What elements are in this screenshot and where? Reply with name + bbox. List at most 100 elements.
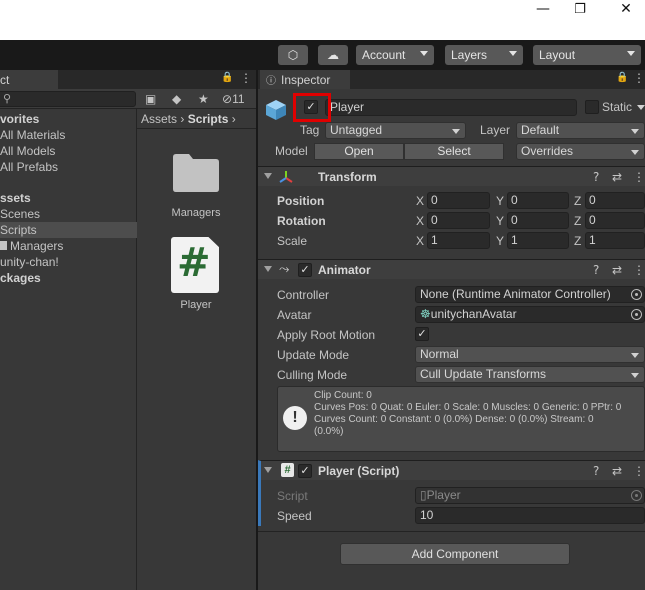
- component-menu-icon[interactable]: ⋮: [633, 464, 645, 478]
- tree-scenes[interactable]: Scenes: [0, 206, 137, 222]
- account-dropdown[interactable]: Account: [356, 45, 434, 65]
- panel-menu-icon[interactable]: ⋮: [240, 71, 252, 85]
- tree-managers[interactable]: Managers: [0, 238, 137, 254]
- tree-assets[interactable]: ssets: [0, 190, 137, 206]
- foldout-arrow-icon[interactable]: [264, 467, 272, 473]
- scale-x-field[interactable]: 1: [427, 232, 490, 249]
- transform-title: Transform: [318, 170, 377, 184]
- script-title: Player (Script): [318, 464, 400, 478]
- lock-icon[interactable]: 🔒: [221, 72, 233, 83]
- foldout-arrow-icon[interactable]: [264, 173, 272, 179]
- asset-player-script[interactable]: # Player: [156, 237, 236, 317]
- animator-header[interactable]: ⤳ ✓ Animator ? ⇄ ⋮: [258, 259, 645, 279]
- rotation-y-field[interactable]: 0: [507, 212, 569, 229]
- project-search-input[interactable]: ⚲: [0, 91, 136, 107]
- help-icon[interactable]: ?: [593, 170, 599, 184]
- preset-settings-icon[interactable]: ⇄: [612, 263, 622, 277]
- favorite-star-icon[interactable]: ★: [198, 92, 209, 106]
- folder-icon: [173, 154, 219, 192]
- search-icon: ⚲: [3, 93, 12, 105]
- tree-scripts[interactable]: Scripts: [0, 222, 137, 238]
- help-icon[interactable]: ?: [593, 464, 599, 478]
- tree-all-materials[interactable]: All Materials: [0, 127, 137, 143]
- open-button[interactable]: Open: [314, 143, 404, 160]
- tree-packages[interactable]: ckages: [0, 270, 137, 286]
- static-label[interactable]: Static: [602, 100, 632, 114]
- animator-enabled-checkbox[interactable]: ✓: [298, 263, 312, 277]
- tree-unity-chan[interactable]: unity-chan!: [0, 254, 137, 270]
- rotation-label[interactable]: Rotation: [277, 214, 326, 228]
- scale-label[interactable]: Scale: [277, 234, 307, 248]
- tab-project[interactable]: ct: [0, 70, 58, 89]
- overrides-dropdown[interactable]: Overrides: [516, 143, 645, 160]
- scale-y-field[interactable]: 1: [507, 232, 569, 249]
- rotation-x-field[interactable]: 0: [427, 212, 490, 229]
- speed-label[interactable]: Speed: [277, 509, 312, 523]
- position-x-field[interactable]: 0: [427, 192, 490, 209]
- asset-managers-folder[interactable]: Managers: [156, 149, 236, 224]
- player-script-header[interactable]: # ✓ Player (Script) ? ⇄ ⋮: [258, 460, 645, 480]
- tag-dropdown[interactable]: Untagged: [325, 122, 466, 139]
- layers-dropdown[interactable]: Layers: [445, 45, 523, 65]
- layout-dropdown[interactable]: Layout: [533, 45, 641, 65]
- close-icon[interactable]: ✕: [603, 0, 645, 18]
- breadcrumb-scripts[interactable]: Scripts: [188, 112, 229, 126]
- preset-settings-icon[interactable]: ⇄: [612, 464, 622, 478]
- update-mode-value: Normal: [420, 347, 459, 361]
- script-hash-glyph: #: [177, 240, 211, 286]
- static-checkbox[interactable]: [585, 100, 599, 114]
- tree-favorites[interactable]: vorites: [0, 111, 137, 127]
- project-search-row: ⚲ ▣ ◆ ★ ⊘11: [0, 89, 256, 109]
- position-label[interactable]: Position: [277, 194, 324, 208]
- overrides-value: Overrides: [521, 144, 574, 158]
- breadcrumb-assets[interactable]: Assets: [141, 112, 177, 126]
- cloud-button[interactable]: ☁: [318, 45, 348, 65]
- controller-value: None (Runtime Animator Controller): [420, 287, 611, 301]
- component-menu-icon[interactable]: ⋮: [633, 170, 645, 184]
- maximize-icon[interactable]: ❐: [557, 0, 603, 18]
- axis-y-label: Y: [496, 194, 505, 208]
- lock-icon[interactable]: 🔒: [616, 72, 628, 83]
- asset-label: Managers: [171, 207, 221, 219]
- object-picker-icon: [631, 490, 642, 501]
- preset-settings-icon[interactable]: ⇄: [612, 170, 622, 184]
- position-y-field[interactable]: 0: [507, 192, 569, 209]
- object-picker-icon[interactable]: [631, 309, 642, 320]
- controller-label: Controller: [277, 288, 330, 302]
- tab-label: Inspector: [281, 72, 331, 87]
- label-filter-icon[interactable]: ◆: [172, 92, 181, 106]
- add-component-button[interactable]: Add Component: [340, 543, 570, 565]
- scale-z-field[interactable]: 1: [585, 232, 645, 249]
- speed-field[interactable]: 10: [415, 507, 645, 524]
- foldout-arrow-icon[interactable]: [264, 266, 272, 272]
- script-field-label: Script: [277, 489, 308, 503]
- component-menu-icon[interactable]: ⋮: [633, 263, 645, 277]
- select-button[interactable]: Select: [404, 143, 504, 160]
- controller-field[interactable]: None (Runtime Animator Controller): [415, 286, 645, 303]
- hidden-packages-icon[interactable]: ⊘11: [222, 92, 245, 106]
- layer-dropdown[interactable]: Default: [516, 122, 645, 139]
- rotation-z-field[interactable]: 0: [585, 212, 645, 229]
- panel-menu-icon[interactable]: ⋮: [633, 71, 645, 85]
- update-mode-dropdown[interactable]: Normal: [415, 346, 645, 363]
- asset-browser: Assets › Scripts › Managers # Player: [137, 109, 256, 590]
- tree-all-models[interactable]: All Models: [0, 143, 137, 159]
- gameobject-cube-icon[interactable]: [264, 98, 288, 122]
- position-z-field[interactable]: 0: [585, 192, 645, 209]
- tree-all-prefabs[interactable]: All Prefabs: [0, 159, 137, 175]
- script-enabled-checkbox[interactable]: ✓: [298, 464, 312, 478]
- culling-mode-dropdown[interactable]: Cull Update Transforms: [415, 366, 645, 383]
- selection-accent-bar: [258, 480, 261, 526]
- transform-header[interactable]: Transform ? ⇄ ⋮: [258, 166, 645, 186]
- create-icon[interactable]: ▣: [145, 92, 156, 106]
- tree-label: Scripts: [0, 223, 37, 237]
- help-icon[interactable]: ?: [593, 263, 599, 277]
- tab-inspector[interactable]: ⓘ Inspector: [260, 70, 350, 89]
- script-field: ▯Player: [415, 487, 645, 504]
- root-motion-checkbox[interactable]: ✓: [415, 327, 429, 341]
- avatar-field[interactable]: ☸unitychanAvatar: [415, 306, 645, 323]
- collab-button[interactable]: ⬡: [278, 45, 308, 65]
- object-picker-icon[interactable]: [631, 289, 642, 300]
- chevron-down-icon[interactable]: [637, 105, 645, 110]
- object-name-field[interactable]: Player: [325, 99, 577, 116]
